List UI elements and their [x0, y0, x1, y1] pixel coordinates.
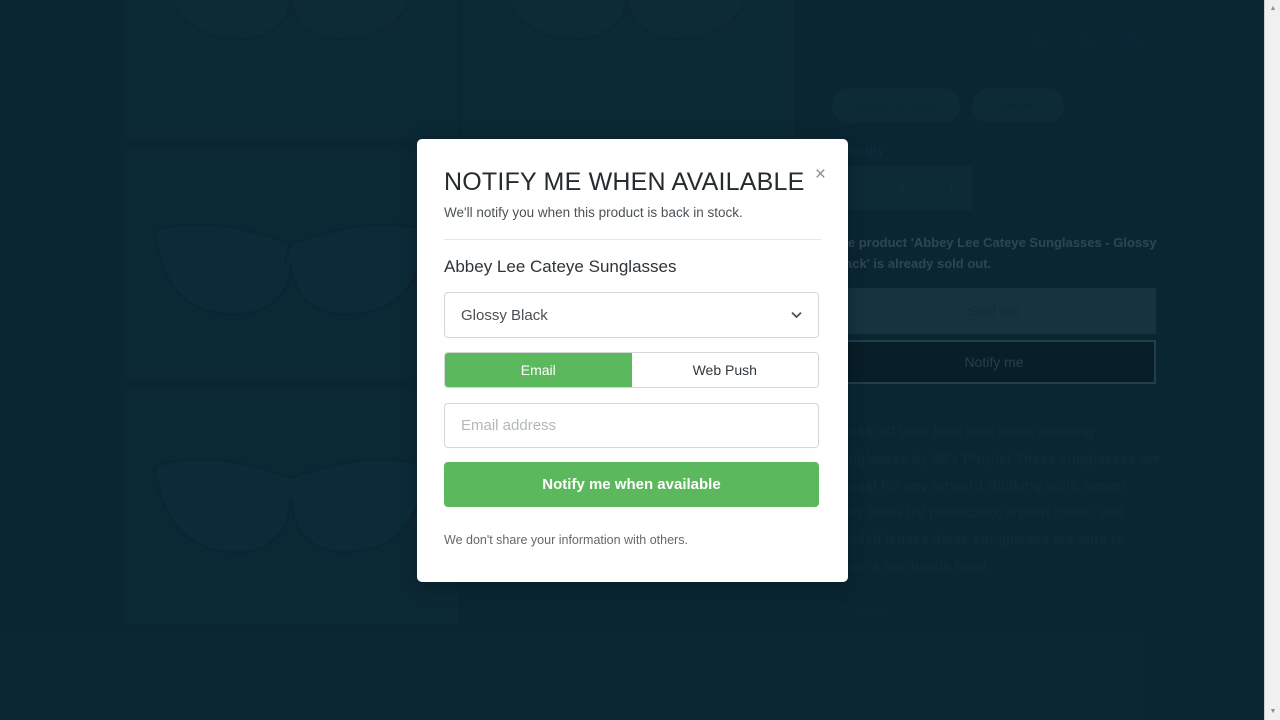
- privacy-note: We don't share your information with oth…: [444, 533, 688, 547]
- modal-product-name: Abbey Lee Cateye Sunglasses: [444, 257, 677, 276]
- notify-me-modal: × NOTIFY ME WHEN AVAILABLE We'll notify …: [417, 139, 848, 582]
- page-scrollbar[interactable]: ▲ ▼: [1264, 0, 1280, 720]
- tab-web-push[interactable]: Web Push: [631, 353, 818, 387]
- email-input[interactable]: [444, 403, 819, 448]
- scroll-down-arrow-icon[interactable]: ▼: [1265, 703, 1280, 720]
- modal-title: NOTIFY ME WHEN AVAILABLE: [444, 168, 805, 196]
- tab-email[interactable]: Email: [445, 353, 632, 387]
- scroll-up-arrow-icon[interactable]: ▲: [1265, 0, 1280, 17]
- modal-divider: [444, 239, 821, 240]
- variant-select[interactable]: Glossy Black: [444, 292, 819, 338]
- close-icon[interactable]: ×: [815, 165, 826, 184]
- channel-tab-group: Email Web Push: [444, 352, 819, 388]
- modal-subtitle: We'll notify you when this product is ba…: [444, 205, 743, 220]
- notify-submit-button[interactable]: Notify me when available: [444, 462, 819, 507]
- chevron-down-icon: [791, 308, 802, 322]
- variant-select-value: Glossy Black: [461, 306, 548, 324]
